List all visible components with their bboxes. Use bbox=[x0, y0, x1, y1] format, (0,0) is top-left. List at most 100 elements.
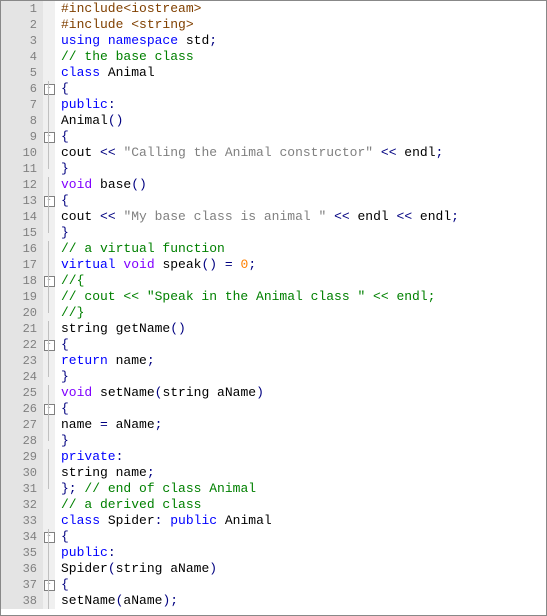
fold-minus-icon[interactable]: - bbox=[44, 404, 55, 415]
code-content[interactable]: void setName(string aName) bbox=[55, 385, 264, 401]
code-line[interactable]: 22-{ bbox=[1, 337, 546, 353]
code-line[interactable]: 37-{ bbox=[1, 577, 546, 593]
code-line[interactable]: 7 public: bbox=[1, 97, 546, 113]
code-content[interactable]: Spider(string aName) bbox=[55, 561, 217, 577]
code-content[interactable]: { bbox=[55, 577, 69, 593]
fold-gutter[interactable]: - bbox=[43, 401, 55, 417]
code-line[interactable]: 26-{ bbox=[1, 401, 546, 417]
code-content[interactable]: public: bbox=[55, 97, 116, 113]
code-line[interactable]: 8Animal() bbox=[1, 113, 546, 129]
code-content[interactable]: { bbox=[55, 193, 69, 209]
code-line[interactable]: 15} bbox=[1, 225, 546, 241]
code-line[interactable]: 23return name; bbox=[1, 353, 546, 369]
code-content[interactable]: // a derived class bbox=[55, 497, 201, 513]
code-line[interactable]: 17virtual void speak() = 0; bbox=[1, 257, 546, 273]
code-line[interactable]: 16// a virtual function bbox=[1, 241, 546, 257]
line-number: 25 bbox=[1, 385, 43, 401]
code-content[interactable]: }; // end of class Animal bbox=[55, 481, 256, 497]
code-content[interactable]: //} bbox=[55, 305, 84, 321]
code-line[interactable]: 32// a derived class bbox=[1, 497, 546, 513]
code-line[interactable]: 9-{ bbox=[1, 129, 546, 145]
fold-minus-icon[interactable]: - bbox=[44, 276, 55, 287]
fold-gutter[interactable]: - bbox=[43, 337, 55, 353]
code-content[interactable]: class Animal bbox=[55, 65, 155, 81]
code-line[interactable]: 1#include<iostream> bbox=[1, 1, 546, 17]
code-content[interactable]: private: bbox=[55, 449, 123, 465]
code-content[interactable]: setName(aName); bbox=[55, 593, 178, 609]
fold-gutter bbox=[43, 209, 55, 225]
line-number: 30 bbox=[1, 465, 43, 481]
fold-minus-icon[interactable]: - bbox=[44, 132, 55, 143]
code-line[interactable]: 25 void setName(string aName) bbox=[1, 385, 546, 401]
code-content[interactable]: virtual void speak() = 0; bbox=[55, 257, 256, 273]
code-content[interactable]: cout << "Calling the Animal constructor"… bbox=[55, 145, 443, 161]
fold-minus-icon[interactable]: - bbox=[44, 340, 55, 351]
code-line[interactable]: 12void base() bbox=[1, 177, 546, 193]
code-content[interactable]: string getName() bbox=[55, 321, 186, 337]
code-line[interactable]: 34-{ bbox=[1, 529, 546, 545]
code-content[interactable]: } bbox=[55, 161, 69, 177]
code-content[interactable]: #include <string> bbox=[55, 17, 194, 33]
code-line[interactable]: 5class Animal bbox=[1, 65, 546, 81]
fold-minus-icon[interactable]: - bbox=[44, 580, 55, 591]
code-line[interactable]: 30 string name; bbox=[1, 465, 546, 481]
code-line[interactable]: 10cout << "Calling the Animal constructo… bbox=[1, 145, 546, 161]
code-line[interactable]: 14cout << "My base class is animal " << … bbox=[1, 209, 546, 225]
fold-gutter bbox=[43, 225, 55, 241]
code-line[interactable]: 4// the base class bbox=[1, 49, 546, 65]
code-content[interactable]: { bbox=[55, 129, 69, 145]
code-content[interactable]: // a virtual function bbox=[55, 241, 225, 257]
code-line[interactable]: 29private: bbox=[1, 449, 546, 465]
code-content[interactable]: } bbox=[55, 369, 69, 385]
fold-gutter[interactable]: - bbox=[43, 129, 55, 145]
code-line[interactable]: 18-//{ bbox=[1, 273, 546, 289]
code-content[interactable]: public: bbox=[55, 545, 116, 561]
code-line[interactable]: 33class Spider: public Animal bbox=[1, 513, 546, 529]
code-content[interactable]: Animal() bbox=[55, 113, 123, 129]
line-number: 7 bbox=[1, 97, 43, 113]
code-content[interactable]: return name; bbox=[55, 353, 155, 369]
code-content[interactable]: #include<iostream> bbox=[55, 1, 201, 17]
fold-gutter[interactable]: - bbox=[43, 529, 55, 545]
code-content[interactable]: // cout << "Speak in the Animal class " … bbox=[55, 289, 435, 305]
fold-gutter[interactable]: - bbox=[43, 81, 55, 97]
fold-minus-icon[interactable]: - bbox=[44, 196, 55, 207]
fold-gutter[interactable]: - bbox=[43, 193, 55, 209]
code-line[interactable]: 36Spider(string aName) bbox=[1, 561, 546, 577]
code-line[interactable]: 13-{ bbox=[1, 193, 546, 209]
code-content[interactable]: using namespace std; bbox=[55, 33, 217, 49]
code-content[interactable]: cout << "My base class is animal " << en… bbox=[55, 209, 459, 225]
code-line[interactable]: 38setName(aName); bbox=[1, 593, 546, 609]
code-content[interactable]: { bbox=[55, 529, 69, 545]
code-line[interactable]: 21string getName() bbox=[1, 321, 546, 337]
code-content[interactable]: //{ bbox=[55, 273, 84, 289]
code-line[interactable]: 6-{ bbox=[1, 81, 546, 97]
fold-gutter[interactable]: - bbox=[43, 577, 55, 593]
code-content[interactable]: } bbox=[55, 225, 69, 241]
fold-gutter bbox=[43, 497, 55, 513]
code-line[interactable]: 24} bbox=[1, 369, 546, 385]
code-content[interactable]: name = aName; bbox=[55, 417, 162, 433]
code-line[interactable]: 3using namespace std; bbox=[1, 33, 546, 49]
code-line[interactable]: 27name = aName; bbox=[1, 417, 546, 433]
fold-minus-icon[interactable]: - bbox=[44, 84, 55, 95]
fold-minus-icon[interactable]: - bbox=[44, 532, 55, 543]
code-content[interactable]: { bbox=[55, 337, 69, 353]
code-content[interactable]: void base() bbox=[55, 177, 147, 193]
code-line[interactable]: 35public: bbox=[1, 545, 546, 561]
fold-gutter[interactable]: - bbox=[43, 273, 55, 289]
code-content[interactable]: } bbox=[55, 433, 69, 449]
code-line[interactable]: 19// cout << "Speak in the Animal class … bbox=[1, 289, 546, 305]
code-line[interactable]: 2#include <string> bbox=[1, 17, 546, 33]
code-line[interactable]: 20//} bbox=[1, 305, 546, 321]
code-line[interactable]: 11} bbox=[1, 161, 546, 177]
code-content[interactable]: string name; bbox=[55, 465, 155, 481]
code-line[interactable]: 28} bbox=[1, 433, 546, 449]
code-content[interactable]: // the base class bbox=[55, 49, 194, 65]
code-line[interactable]: 31}; // end of class Animal bbox=[1, 481, 546, 497]
code-content[interactable]: class Spider: public Animal bbox=[55, 513, 272, 529]
line-number: 13 bbox=[1, 193, 43, 209]
code-editor[interactable]: 1#include<iostream>2#include <string>3us… bbox=[1, 1, 546, 615]
code-content[interactable]: { bbox=[55, 81, 69, 97]
code-content[interactable]: { bbox=[55, 401, 69, 417]
